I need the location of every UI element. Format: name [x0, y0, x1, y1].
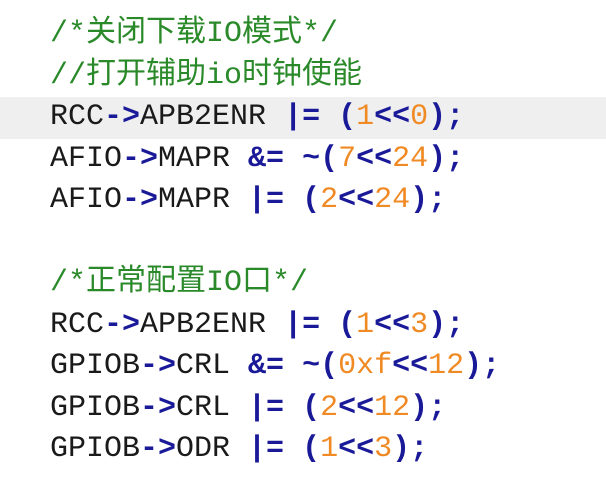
code-identifier: [284, 349, 302, 383]
code-line[interactable]: GPIOB->CRL &= ~(0xf<<12);: [0, 346, 606, 388]
code-operator: (: [302, 432, 321, 466]
code-identifier: MAPR: [158, 141, 249, 176]
code-operator: <<: [374, 100, 411, 134]
code-line[interactable]: RCC->APB2ENR |= (1<<3);: [0, 305, 606, 347]
code-operator: ->: [140, 432, 177, 466]
code-number: 0: [410, 100, 429, 134]
code-operator: ->: [122, 183, 159, 217]
code-number: 24: [374, 183, 411, 217]
code-number: 12: [374, 390, 411, 425]
code-number: 3: [374, 432, 393, 466]
code-operator: );: [428, 141, 465, 176]
code-operator: |=: [248, 183, 285, 217]
code-operator: <<: [392, 349, 429, 383]
code-editor[interactable]: /*关闭下载IO模式*/ //打开辅助io时钟使能 RCC->APB2ENR |= …: [0, 0, 606, 486]
code-operator: ->: [140, 390, 177, 425]
code-identifier: AFIO: [50, 141, 123, 176]
code-number: 7: [338, 141, 357, 176]
code-identifier: GPIOB: [50, 432, 141, 466]
code-operator: <<: [338, 390, 375, 425]
code-comment: /*关闭下载IO模式*/: [50, 17, 339, 51]
code-identifier: GPIOB: [50, 390, 141, 425]
code-line[interactable]: GPIOB->ODR |= (1<<3);: [0, 429, 606, 471]
code-number: 2: [320, 183, 339, 217]
code-identifier: MAPR: [158, 183, 249, 217]
code-line[interactable]: AFIO->MAPR |= (2<<24);: [0, 180, 606, 222]
code-operator: &=: [248, 141, 285, 176]
code-operator: |=: [248, 432, 285, 466]
code-operator: );: [410, 183, 447, 217]
code-identifier: CRL: [176, 349, 249, 383]
code-identifier: RCC: [50, 307, 105, 342]
code-operator: ->: [122, 141, 159, 176]
code-identifier: [284, 183, 302, 217]
code-number: 12: [428, 349, 465, 383]
code-operator: |=: [284, 307, 321, 342]
code-identifier: AFIO: [50, 183, 123, 217]
code-line[interactable]: //打开辅助io时钟使能: [0, 56, 606, 98]
code-comment: /*正常配置IO口*/: [50, 266, 309, 300]
code-identifier: APB2ENR: [140, 307, 285, 342]
code-identifier: [320, 100, 338, 134]
code-operator: );: [428, 307, 465, 342]
code-operator: (: [302, 183, 321, 217]
code-identifier: [284, 142, 302, 176]
code-operator: ->: [104, 307, 141, 342]
code-number: 0xf: [338, 349, 393, 383]
code-number: 1: [356, 100, 375, 134]
code-line[interactable]: /*关闭下载IO模式*/: [0, 14, 606, 56]
code-line[interactable]: GPIOB->CRL |= (2<<12);: [0, 388, 606, 430]
code-operator: ~(: [302, 349, 339, 383]
code-operator: &=: [248, 349, 285, 383]
code-line-blank[interactable]: [0, 222, 606, 264]
code-line[interactable]: /*正常配置IO口*/: [0, 263, 606, 305]
code-operator: <<: [338, 183, 375, 217]
code-operator: );: [428, 100, 465, 134]
code-identifier: [320, 308, 338, 342]
code-number: 1: [320, 432, 339, 466]
code-identifier: GPIOB: [50, 349, 141, 383]
code-operator: (: [302, 390, 321, 425]
code-operator: ~(: [302, 141, 339, 176]
code-operator: ->: [104, 100, 141, 134]
code-identifier: RCC: [50, 100, 105, 134]
code-identifier: ODR: [176, 432, 249, 466]
code-identifier: CRL: [176, 390, 249, 425]
code-identifier: APB2ENR: [140, 100, 285, 134]
code-operator: ->: [140, 349, 177, 383]
code-comment: //打开辅助io时钟使能: [50, 58, 363, 93]
code-operator: );: [464, 349, 501, 383]
code-operator: (: [338, 307, 357, 342]
code-number: 2: [320, 390, 339, 425]
code-number: 1: [356, 307, 375, 342]
code-line-current[interactable]: RCC->APB2ENR |= (1<<0);: [0, 97, 606, 139]
code-identifier: [284, 432, 302, 466]
code-operator: |=: [284, 100, 321, 134]
code-operator: );: [410, 390, 447, 425]
code-identifier: [284, 391, 302, 425]
code-operator: |=: [248, 390, 285, 425]
code-operator: <<: [374, 307, 411, 342]
code-line[interactable]: AFIO->MAPR &= ~(7<<24);: [0, 139, 606, 181]
code-operator: <<: [338, 432, 375, 466]
code-operator: <<: [356, 141, 393, 176]
code-number: 24: [392, 141, 429, 176]
code-operator: );: [392, 432, 429, 466]
code-operator: (: [338, 100, 357, 134]
code-number: 3: [410, 307, 429, 342]
